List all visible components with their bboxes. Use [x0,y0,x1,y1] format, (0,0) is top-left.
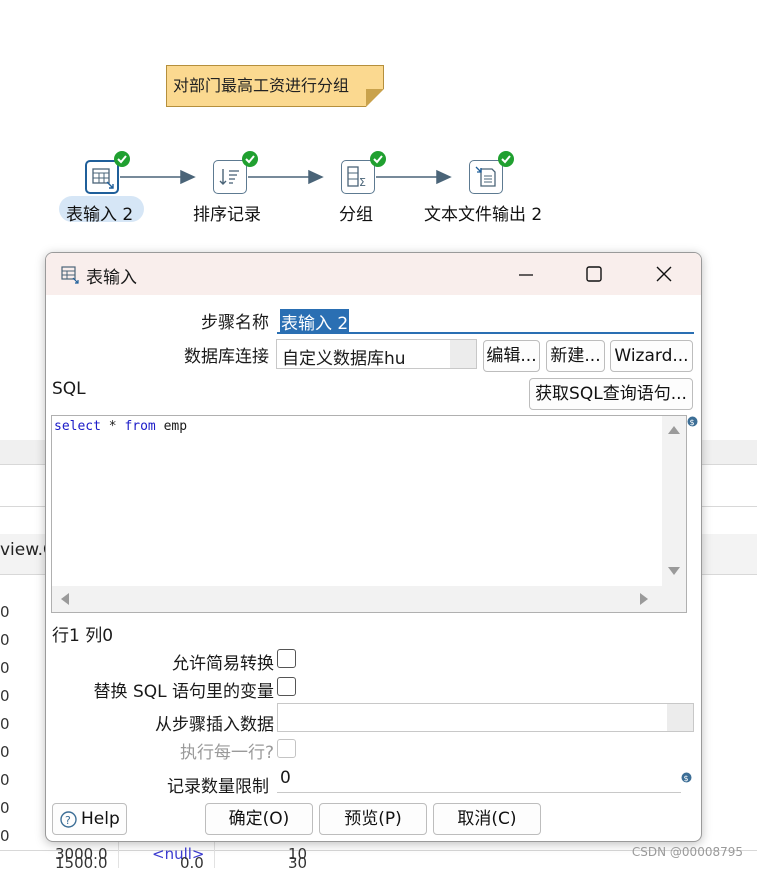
svg-text:Σ: Σ [359,176,366,188]
step-name-value: 表输入 2 [280,309,350,334]
step-text-file-output[interactable] [469,160,503,194]
success-check-icon [498,151,514,167]
help-icon: ? [60,811,77,828]
sql-text: select * from emp [54,419,187,434]
bg-cell: 0 [0,659,10,677]
replace-vars-checkbox[interactable] [277,677,296,696]
vertical-scrollbar[interactable] [662,416,686,586]
svg-text:?: ? [65,814,71,827]
svg-text:$: $ [684,774,689,783]
success-check-icon [114,151,130,167]
maximize-button[interactable] [578,261,608,287]
sql-keyword: select [54,419,101,434]
minimize-button[interactable] [511,261,541,287]
step-name-input[interactable]: 表输入 2 [277,306,694,334]
limit-label: 记录数量限制 [167,777,269,797]
execute-each-row-checkbox[interactable] [277,739,296,758]
edit-connection-button[interactable]: 编辑... [483,340,540,372]
group-by-icon: Σ [347,166,366,188]
dropdown-arrow-icon[interactable] [667,704,693,731]
success-check-icon [242,151,258,167]
minimize-icon [519,274,533,276]
bg-cell: 0 [0,771,10,789]
text-file-output-icon [475,166,496,187]
hop-arrowhead [308,169,324,185]
sql-token: * [100,419,125,434]
lazy-conversion-label: 允许简易转换 [172,654,274,674]
execute-each-row-label: 执行每一行? [179,743,274,763]
db-connection-select[interactable]: 自定义数据库hu [276,339,477,369]
bg-cell: 0 [0,715,10,733]
step-label: 排序记录 [193,205,261,225]
db-connection-value: 自定义数据库hu [282,349,406,369]
limit-input[interactable]: 0 [277,765,681,793]
scroll-down-icon[interactable] [668,567,680,575]
scroll-up-icon[interactable] [668,426,680,434]
sql-label: SQL [52,379,86,399]
help-button[interactable]: ? Help [52,803,127,835]
step-group-by[interactable]: Σ [341,160,375,194]
help-label: Help [81,809,120,829]
watermark: CSDN @00008795 [631,845,743,859]
cancel-button[interactable]: 取消(C) [433,803,541,835]
step-name-label: 步骤名称 [201,313,269,333]
close-icon [656,266,672,282]
new-connection-button[interactable]: 新建... [546,340,605,372]
step-label: 文本文件输出 2 [424,205,543,225]
get-sql-button[interactable]: 获取SQL查询语句... [529,378,693,410]
db-connection-label: 数据库连接 [184,347,269,367]
bg-cell: 0 [0,603,10,621]
table-input-icon [61,266,79,284]
preview-button[interactable]: 预览(P) [319,803,427,835]
bg-cell: 30 [288,854,308,872]
bg-cell: 0.0 [180,854,204,872]
hop-arrowhead [180,169,196,185]
success-check-icon [370,151,386,167]
insert-from-step-label: 从步骤插入数据 [155,715,274,735]
ok-button[interactable]: 确定(O) [205,803,313,835]
sql-editor[interactable]: select * from emp [51,415,687,613]
variable-icon: $ [681,772,692,783]
sort-icon [219,169,239,185]
replace-vars-label: 替换 SQL 语句里的变量 [93,682,274,702]
scroll-left-icon[interactable] [61,593,69,605]
variable-icon: $ [687,416,698,427]
svg-text:$: $ [690,418,695,427]
horizontal-scrollbar[interactable] [52,586,686,612]
lazy-conversion-checkbox[interactable] [277,649,296,668]
table-input-dialog: 表输入 步骤名称 表输入 2 数据库连接 自定义数据库hu 编辑... 新建..… [45,252,702,842]
step-sort-rows[interactable] [213,160,247,194]
insert-from-step-select[interactable] [277,703,694,732]
bg-cell: 0 [0,687,10,705]
bg-cell: 0 [0,799,10,817]
step-label: 表输入 2 [66,205,134,225]
maximize-icon [586,266,602,282]
bg-cell: 0 [0,827,10,845]
step-label: 分组 [339,205,373,225]
dialog-titlebar[interactable]: 表输入 [46,253,701,295]
hop-arrowhead [436,169,452,185]
scroll-right-icon[interactable] [640,593,648,605]
wizard-button[interactable]: Wizard... [610,340,693,372]
cursor-position: 行1 列0 [52,626,114,646]
table-input-icon [92,168,114,189]
sql-keyword: from [124,419,156,434]
bg-cell: 0 [0,743,10,761]
close-button[interactable] [649,261,679,287]
bg-cell: 0 [0,631,10,649]
bg-cell: 1500.0 [55,854,108,872]
step-table-input[interactable] [85,160,119,194]
sql-token: emp [155,419,188,434]
dialog-title: 表输入 [86,268,137,288]
limit-value: 0 [280,768,291,788]
dropdown-arrow-icon[interactable] [450,340,476,368]
